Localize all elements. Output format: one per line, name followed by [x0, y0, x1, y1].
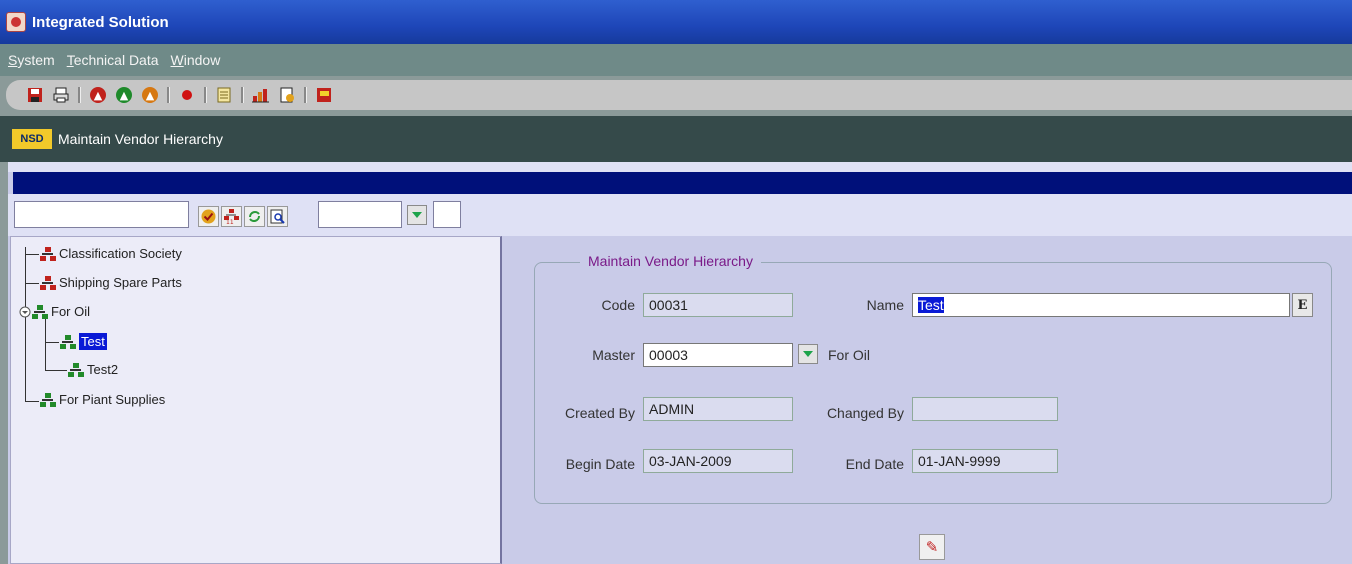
- filter-dropdown-button[interactable]: [407, 205, 427, 225]
- hierarchy-number-icon[interactable]: 11: [221, 206, 242, 227]
- hierarchy-icon: [39, 392, 57, 407]
- navigate-top-icon[interactable]: ▲: [141, 86, 159, 104]
- collapse-icon[interactable]: [19, 306, 31, 318]
- master-lov-button[interactable]: [798, 344, 818, 364]
- hierarchy-tree: Classification Society Shipping Spare Pa…: [10, 236, 502, 564]
- hierarchy-icon: [31, 304, 49, 319]
- editor-button[interactable]: E: [1292, 293, 1313, 317]
- exit-icon[interactable]: [315, 86, 333, 104]
- tree-node-label: For Oil: [51, 304, 90, 319]
- group-title: Maintain Vendor Hierarchy: [580, 253, 761, 269]
- hierarchy-icon: [67, 362, 85, 377]
- document-icon[interactable]: [278, 86, 296, 104]
- tree-node[interactable]: Classification Society: [39, 246, 182, 261]
- search-row: 11: [8, 194, 1352, 236]
- master-description: For Oil: [828, 347, 870, 363]
- code-field[interactable]: 00031: [643, 293, 793, 317]
- tree-node[interactable]: For Piant Supplies: [39, 392, 165, 407]
- tree-node[interactable]: Shipping Spare Parts: [39, 275, 182, 290]
- tree-node-label: Test2: [87, 362, 119, 377]
- tree-node[interactable]: For Oil: [19, 304, 90, 319]
- tree-node[interactable]: Test2: [67, 362, 118, 377]
- tree-node-label: Classification Society: [59, 246, 182, 261]
- check-icon[interactable]: [198, 206, 219, 227]
- tree-node-label: Test: [79, 333, 107, 350]
- toolbar-separator: [241, 87, 244, 103]
- title-bar: Integrated Solution: [0, 0, 1352, 44]
- save-icon[interactable]: [26, 86, 44, 104]
- menu-window[interactable]: Window: [171, 52, 221, 68]
- hierarchy-icon: [39, 246, 57, 261]
- menu-technical-data[interactable]: Technical Data: [67, 52, 159, 68]
- hierarchy-icon: [59, 334, 77, 349]
- tree-node-label: Shipping Spare Parts: [59, 275, 182, 290]
- master-label: Master: [592, 347, 635, 363]
- search-input[interactable]: [14, 201, 189, 228]
- changed-by-label: Changed By: [826, 405, 904, 421]
- search-icon[interactable]: [267, 206, 288, 227]
- app-icon: [6, 12, 26, 32]
- top-frame: [8, 162, 1352, 172]
- small-field[interactable]: [433, 201, 461, 228]
- name-value: Test: [918, 297, 944, 313]
- print-icon[interactable]: [52, 86, 70, 104]
- toolbar-separator: [78, 87, 81, 103]
- form-header: NSD Maintain Vendor Hierarchy: [0, 116, 1352, 162]
- created-by-field[interactable]: ADMIN: [643, 397, 793, 421]
- created-by-label: Created By: [564, 405, 635, 421]
- tree-node-selected[interactable]: Test: [59, 333, 107, 350]
- list-icon[interactable]: [215, 86, 233, 104]
- changed-by-field[interactable]: [912, 397, 1058, 421]
- toolbar-separator: [167, 87, 170, 103]
- nsd-logo: NSD: [12, 129, 52, 149]
- navigate-up-icon[interactable]: ▲: [89, 86, 107, 104]
- toolbar: ▲ ▲ ▲: [0, 76, 1352, 116]
- svg-text:11: 11: [226, 219, 234, 224]
- tree-node-label: For Piant Supplies: [59, 392, 166, 407]
- menu-system[interactable]: System: [8, 52, 55, 68]
- navigate-next-icon[interactable]: ▲: [115, 86, 133, 104]
- code-label: Code: [601, 297, 635, 313]
- form-title: Maintain Vendor Hierarchy: [58, 131, 223, 147]
- menu-bar: System Technical Data Window: [0, 44, 1352, 76]
- end-date-field[interactable]: 01-JAN-9999: [912, 449, 1058, 473]
- chevron-down-icon: [803, 351, 813, 357]
- begin-date-label: Begin Date: [565, 456, 635, 472]
- left-frame: [0, 162, 8, 564]
- name-label: Name: [866, 297, 904, 313]
- refresh-icon[interactable]: [244, 206, 265, 227]
- window-title: Integrated Solution: [32, 13, 169, 31]
- filter-input[interactable]: [318, 201, 402, 228]
- toolbar-strip: ▲ ▲ ▲: [6, 80, 1352, 110]
- name-field[interactable]: Test: [912, 293, 1290, 317]
- toolbar-separator: [304, 87, 307, 103]
- chart-icon[interactable]: [252, 86, 270, 104]
- chevron-down-icon: [412, 212, 422, 218]
- record-icon[interactable]: [178, 86, 196, 104]
- pencil-icon[interactable]: ✎: [919, 534, 945, 560]
- master-field[interactable]: 00003: [643, 343, 793, 367]
- begin-date-field[interactable]: 03-JAN-2009: [643, 449, 793, 473]
- hierarchy-icon: [39, 275, 57, 290]
- accent-bar: [13, 172, 1352, 194]
- toolbar-separator: [204, 87, 207, 103]
- end-date-label: End Date: [845, 456, 904, 472]
